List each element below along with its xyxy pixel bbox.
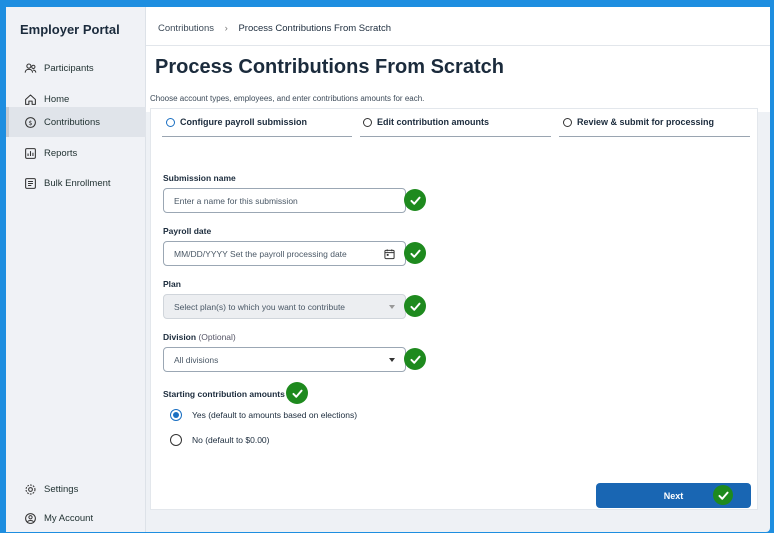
next-button[interactable]: Next <box>596 483 751 508</box>
radio-button[interactable] <box>170 409 182 421</box>
calendar-icon[interactable] <box>384 248 395 259</box>
sidebar-item-my-account[interactable]: My Account <box>6 503 146 533</box>
plan-select[interactable]: Select plan(s) to which you want to cont… <box>163 294 406 319</box>
step-label: Edit contribution amounts <box>377 117 489 127</box>
payroll-date-label: Payroll date <box>163 226 212 236</box>
list-icon <box>22 175 38 191</box>
check-icon <box>713 485 733 505</box>
check-icon <box>404 295 426 317</box>
step-review-submit[interactable]: Review & submit for processing <box>563 117 714 127</box>
check-icon <box>404 348 426 370</box>
radio-label: Yes (default to amounts based on electio… <box>192 410 358 420</box>
next-button-label: Next <box>663 490 684 501</box>
radio-button[interactable] <box>170 434 182 446</box>
check-icon <box>286 382 308 404</box>
division-label-text: Division <box>163 332 197 342</box>
sidebar: Employer Portal Participants Home $ Cont… <box>6 7 146 532</box>
plan-placeholder: Select plan(s) to which you want to cont… <box>174 301 346 312</box>
step-label: Configure payroll submission <box>180 117 308 127</box>
check-icon <box>404 189 426 211</box>
sidebar-item-contributions[interactable]: $ Contributions <box>6 107 146 137</box>
sidebar-item-label: My Account <box>44 512 94 524</box>
chevron-down-icon <box>389 304 395 309</box>
report-icon <box>22 145 38 161</box>
divider <box>146 45 770 46</box>
step-underline <box>162 136 352 137</box>
radio-yes[interactable]: Yes (default to amounts based on electio… <box>170 409 357 421</box>
sidebar-item-label: Home <box>44 93 70 105</box>
sidebar-item-label: Reports <box>44 147 78 159</box>
sidebar-item-label: Participants <box>44 62 94 74</box>
svg-text:$: $ <box>28 118 32 126</box>
step-label: Review & submit for processing <box>577 117 715 127</box>
division-select[interactable]: All divisions <box>163 347 406 372</box>
chevron-down-icon <box>389 357 395 362</box>
step-radio <box>563 117 572 127</box>
division-label: Division (Optional) <box>163 332 236 342</box>
dollar-cycle-icon: $ <box>22 114 38 130</box>
breadcrumb-parent[interactable]: Contributions <box>158 23 214 34</box>
home-icon <box>22 91 38 107</box>
step-edit-amounts[interactable]: Edit contribution amounts <box>363 117 489 127</box>
sidebar-item-bulk-enrollment[interactable]: Bulk Enrollment <box>6 168 146 198</box>
payroll-date-input[interactable]: MM/DD/YYYY Set the payroll processing da… <box>163 241 406 266</box>
sidebar-item-label: Settings <box>44 483 79 495</box>
plan-label: Plan <box>163 279 181 289</box>
sidebar-item-settings[interactable]: Settings <box>6 474 146 504</box>
page-title: Process Contributions From Scratch <box>155 56 504 78</box>
submission-name-input[interactable]: Enter a name for this submission <box>163 188 406 213</box>
gear-icon <box>22 481 38 497</box>
submission-name-placeholder: Enter a name for this submission <box>174 195 298 206</box>
step-configure[interactable]: Configure payroll submission <box>166 117 307 127</box>
step-radio <box>166 117 175 127</box>
payroll-date-placeholder: MM/DD/YYYY Set the payroll processing da… <box>174 248 347 259</box>
sidebar-item-label: Contributions <box>44 116 100 128</box>
sidebar-item-reports[interactable]: Reports <box>6 138 146 168</box>
breadcrumb-separator: › <box>224 23 228 34</box>
breadcrumb-current: Process Contributions From Scratch <box>238 23 392 34</box>
step-underline <box>559 136 750 137</box>
starting-amounts-label: Starting contribution amounts <box>163 389 285 399</box>
app-title: Employer Portal <box>20 22 120 37</box>
division-value: All divisions <box>174 354 219 365</box>
account-icon <box>22 510 38 526</box>
radio-no[interactable]: No (default to $0.00) <box>170 434 270 446</box>
page-subtitle: Choose account types, employees, and ent… <box>150 94 425 103</box>
radio-label: No (default to $0.00) <box>192 435 270 445</box>
sidebar-item-label: Bulk Enrollment <box>44 177 111 189</box>
optional-tag: (Optional) <box>198 332 236 342</box>
submission-name-label: Submission name <box>163 173 236 183</box>
step-radio <box>363 117 372 127</box>
check-icon <box>404 242 426 264</box>
step-underline <box>360 136 551 137</box>
breadcrumb: Contributions › Process Contributions Fr… <box>158 23 391 34</box>
people-icon <box>22 60 38 76</box>
sidebar-item-participants[interactable]: Participants <box>6 53 146 83</box>
